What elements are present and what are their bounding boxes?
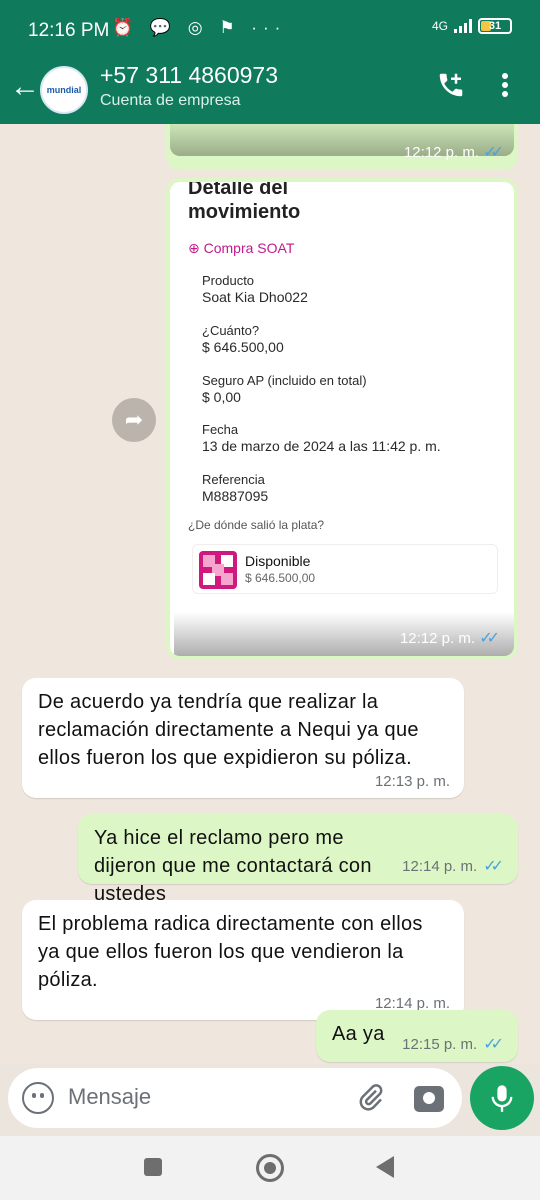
receipt-title: Detalle del movimiento bbox=[188, 182, 301, 223]
message-text: De acuerdo ya tendría que realizar la re… bbox=[38, 691, 419, 769]
incoming-message[interactable]: El problema radica directamente con ello… bbox=[22, 900, 464, 1020]
message-time: 12:12 p. m. ✓✓ bbox=[399, 630, 500, 647]
incoming-message[interactable]: De acuerdo ya tendría que realizar la re… bbox=[22, 678, 464, 798]
recents-icon[interactable] bbox=[144, 1158, 162, 1176]
receipt-image[interactable]: Detalle del movimiento ⊕ Compra SOAT Pro… bbox=[170, 182, 514, 656]
chat-area: 12:12 p. m. ✓✓ ➦ Detalle del movimiento … bbox=[0, 124, 540, 1064]
message-text: El problema radica directamente con ello… bbox=[38, 913, 423, 991]
system-nav-bar bbox=[0, 1136, 540, 1200]
microphone-icon[interactable] bbox=[470, 1066, 534, 1130]
contact-subtitle: Cuenta de empresa bbox=[100, 92, 241, 109]
read-ticks-icon: ✓✓ bbox=[479, 630, 500, 647]
outgoing-message[interactable]: Aa ya 12:15 p. m. ✓✓ bbox=[316, 1010, 518, 1062]
message-text: Ya hice el reclamo pero me dijeron que m… bbox=[94, 827, 372, 905]
forward-icon[interactable]: ➦ bbox=[112, 398, 156, 442]
emoji-icon[interactable] bbox=[22, 1082, 54, 1114]
notification-icons: ⏰ 💬 ◎ ⚑ ··· bbox=[112, 18, 287, 37]
status-time: 12:16 PM bbox=[28, 20, 110, 41]
network-type: 4G bbox=[431, 19, 448, 33]
message-meta: 12:15 p. m. ✓✓ bbox=[402, 1035, 504, 1054]
funds-source-amount: $ 646.500,00 bbox=[245, 571, 316, 585]
avatar-label: mundial bbox=[46, 85, 82, 95]
field-referencia: Referencia M8887095 bbox=[202, 472, 269, 504]
contact-name[interactable]: +57 311 4860973 bbox=[100, 62, 278, 89]
receipt-tag: ⊕ Compra SOAT bbox=[188, 240, 295, 256]
read-ticks-icon: ✓✓ bbox=[483, 144, 504, 161]
chat-header: ← mundial +57 311 4860973 Cuenta de empr… bbox=[0, 60, 540, 124]
field-producto: Producto Soat Kia Dho022 bbox=[202, 273, 308, 305]
message-time: 12:13 p. m. bbox=[374, 773, 450, 790]
previous-image-bubble[interactable]: 12:12 p. m. ✓✓ bbox=[166, 124, 518, 170]
field-seguro: Seguro AP (incluido en total) $ 0,00 bbox=[202, 373, 367, 405]
field-cuanto: ¿Cuánto? $ 646.500,00 bbox=[202, 323, 284, 355]
field-fecha: Fecha 13 de marzo de 2024 a las 11:42 p. … bbox=[202, 422, 441, 454]
battery-level: 31 bbox=[488, 20, 502, 32]
home-icon[interactable] bbox=[256, 1154, 284, 1182]
add-call-icon[interactable] bbox=[436, 70, 466, 107]
signal-icon bbox=[454, 19, 472, 33]
receipt-image-bubble[interactable]: Detalle del movimiento ⊕ Compra SOAT Pro… bbox=[166, 178, 518, 660]
message-input[interactable]: Mensaje bbox=[68, 1084, 151, 1110]
message-time: 12:12 p. m. ✓✓ bbox=[403, 144, 504, 161]
contact-avatar[interactable]: mundial bbox=[40, 66, 88, 114]
read-ticks-icon: ✓✓ bbox=[483, 1036, 504, 1053]
back-icon[interactable] bbox=[376, 1156, 394, 1178]
funds-source-title: Disponible bbox=[245, 553, 311, 569]
message-meta: 12:14 p. m. ✓✓ bbox=[402, 857, 504, 876]
back-arrow-icon[interactable]: ← bbox=[10, 70, 40, 104]
status-bar: 12:16 PM ⏰ 💬 ◎ ⚑ ··· 4G 31 bbox=[0, 0, 540, 60]
read-ticks-icon: ✓✓ bbox=[483, 858, 504, 875]
more-options-icon[interactable] bbox=[500, 70, 510, 107]
camera-icon[interactable] bbox=[414, 1086, 444, 1112]
battery-icon: 31 bbox=[478, 18, 512, 34]
funds-question: ¿De dónde salió la plata? bbox=[188, 518, 325, 532]
message-input-bar[interactable]: Mensaje bbox=[8, 1068, 462, 1128]
outgoing-message[interactable]: Ya hice el reclamo pero me dijeron que m… bbox=[78, 814, 518, 905]
nequi-logo-icon bbox=[199, 551, 237, 589]
funds-source-card: Disponible $ 646.500,00 bbox=[192, 544, 498, 594]
status-right: 4G 31 bbox=[432, 18, 512, 34]
attach-icon[interactable] bbox=[356, 1082, 386, 1119]
